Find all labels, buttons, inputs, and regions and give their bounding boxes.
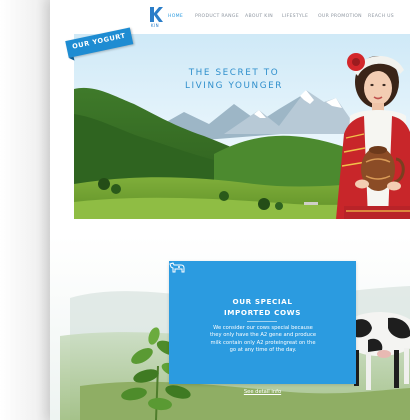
nav-home[interactable]: HOME (168, 14, 183, 19)
nav-lifestyle[interactable]: LIFESTYLE (282, 14, 308, 19)
hero-headline: THE SECRET TO LIVING YOUNGER (184, 68, 284, 91)
nav-product-range[interactable]: PRODUCT RANGE (195, 14, 239, 19)
site-header: KIN HOME PRODUCT RANGE ABOUT KIN LIFESTY… (50, 0, 410, 34)
logo-text: KIN (150, 23, 160, 28)
card-divider (247, 321, 277, 322)
cow-icon (169, 262, 185, 273)
nav-our-promotion[interactable]: OUR PROMOTION (318, 14, 362, 19)
page-edge-shadow (0, 0, 52, 420)
website-page: KIN HOME PRODUCT RANGE ABOUT KIN LIFESTY… (50, 0, 410, 420)
cows-info-card: OUR SPECIAL IMPORTED COWS We consider ou… (169, 261, 356, 395)
cows-feature-section: OUR SPECIAL IMPORTED COWS We consider ou… (50, 236, 410, 420)
card-title: OUR SPECIAL IMPORTED COWS (224, 297, 301, 317)
hero-banner: THE SECRET TO LIVING YOUNGER (74, 34, 410, 219)
kin-logo-mark (150, 7, 163, 22)
nav-reach-us[interactable]: REACH US (368, 14, 394, 19)
nav-about-kin[interactable]: ABOUT KIN (245, 14, 273, 19)
see-detail-link[interactable]: See detail info (179, 389, 346, 395)
card-body-text: We consider our cows special because the… (209, 325, 317, 354)
hero-landscape-image (74, 34, 410, 219)
kin-logo[interactable]: KIN (146, 6, 164, 30)
